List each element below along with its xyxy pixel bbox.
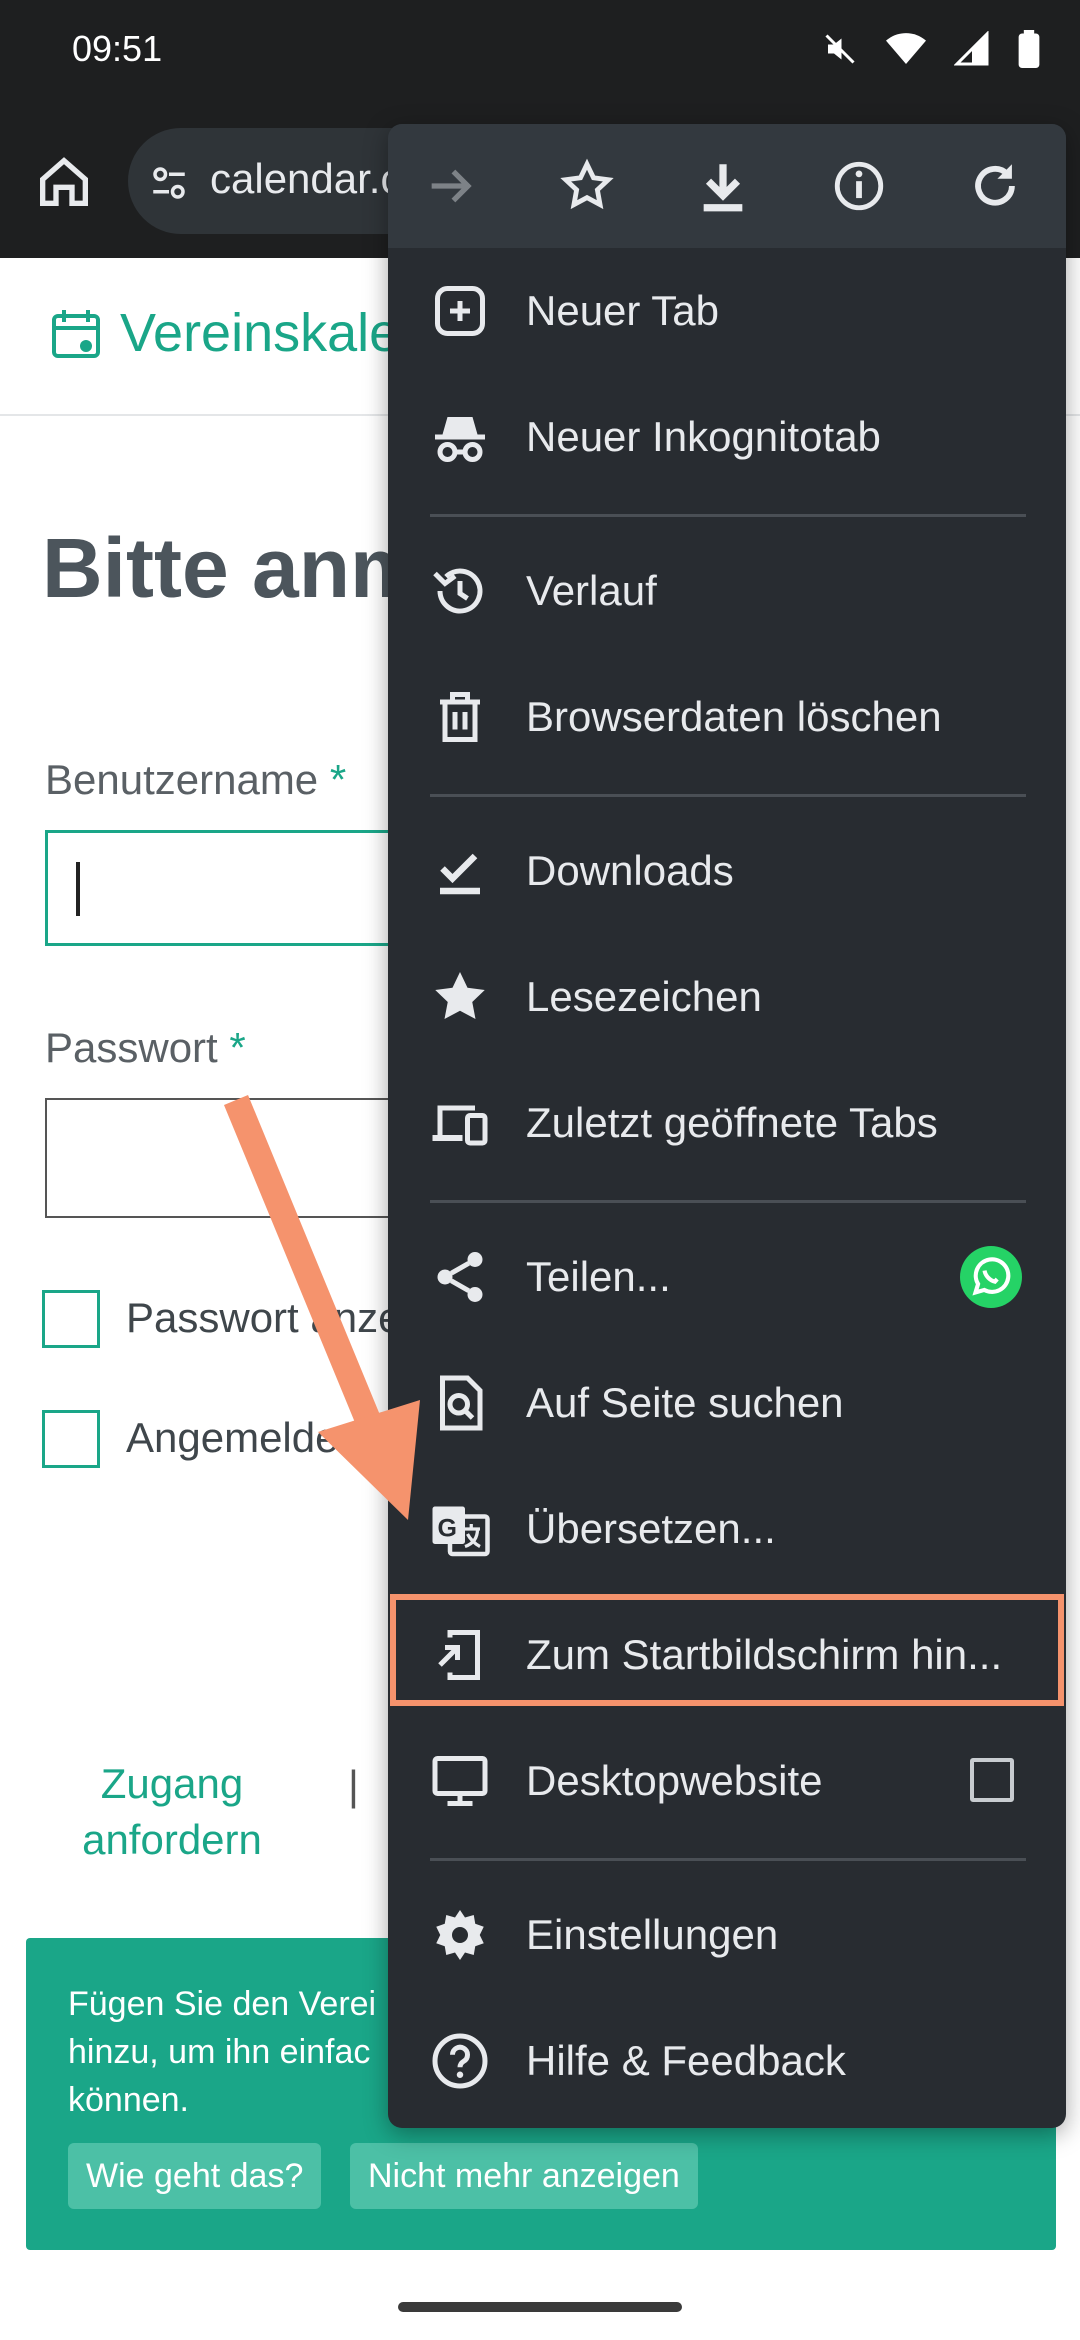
stay-logged-in-label[interactable]: Angemelde [126,1414,338,1462]
request-access-line2: anfordern [82,1816,262,1863]
menu-item-desktop-site[interactable]: Desktopwebsite [388,1718,1066,1844]
devices-icon [432,1105,488,1146]
home-icon [40,157,88,206]
menu-item-settings[interactable]: Einstellungen [388,1872,1066,1998]
password-label: Passwort * [45,1024,246,1072]
home-button[interactable] [32,150,96,214]
banner-text: Fügen Sie den Verei hinzu, um ihn einfac… [68,1985,377,2119]
menu-item-translate[interactable]: G Übersetzen... [388,1466,1066,1592]
menu-item-label: Lesezeichen [526,973,762,1020]
request-access-line1: Zugang [100,1760,244,1807]
find-in-page-icon [440,1375,483,1431]
site-settings-icon[interactable] [148,162,190,204]
menu-item-new-tab[interactable]: Neuer Tab [388,248,1066,374]
menu-item-label: Einstellungen [526,1911,779,1958]
downloads-icon [440,853,480,895]
desktop-site-checkbox[interactable] [970,1758,1014,1802]
star-filled-icon [435,972,485,1019]
gear-icon [436,1910,484,1960]
text-caret [76,862,80,916]
page-title[interactable]: Vereinskale [120,302,399,364]
required-mark: * [329,756,347,803]
svg-text:G: G [438,1515,457,1543]
show-password-label[interactable]: Passwort anze [126,1294,401,1342]
menu-item-label: Verlauf [526,567,657,614]
menu-item-label: Zuletzt geöffnete Tabs [526,1099,938,1146]
new-tab-icon [435,286,485,336]
mute-icon [825,34,855,64]
highlight-box [390,1594,1064,1706]
history-icon [433,568,483,614]
menu-item-label: Auf Seite suchen [526,1379,844,1426]
how-button[interactable]: Wie geht das? [68,2143,322,2209]
menu-item-incognito[interactable]: Neuer Inkognitotab [388,374,1066,500]
battery-icon [1018,30,1040,68]
show-password-checkbox[interactable] [42,1290,100,1348]
menu-item-recent-tabs[interactable]: Zuletzt geöffnete Tabs [388,1060,1066,1186]
menu-divider [430,1200,1026,1203]
required-mark: * [229,1024,246,1071]
menu-item-label: Hilfe & Feedback [526,2037,846,2084]
incognito-icon [435,417,485,462]
whatsapp-icon[interactable] [960,1246,1022,1308]
menu-action-row [388,124,1066,248]
menu-divider [430,794,1026,797]
menu-item-label: Browserdaten löschen [526,693,942,740]
menu-item-label: Neuer Tab [526,287,720,334]
help-icon [432,2033,488,2089]
menu-item-bookmarks[interactable]: Lesezeichen [388,934,1066,1060]
signal-icon [954,31,989,66]
menu-item-clear-data[interactable]: Browserdaten löschen [388,654,1066,780]
login-heading: Bitte anm [42,521,425,615]
overflow-menu: Neuer Tab Neuer Inkognitotab Verlauf Bro… [388,124,1066,2128]
menu-divider [430,514,1026,517]
username-label-text: Benutzername [45,756,319,803]
menu-item-share[interactable]: Teilen... [388,1214,1066,1340]
forward-icon[interactable] [422,157,480,215]
download-icon[interactable] [694,157,752,215]
translate-icon: G [432,1506,490,1557]
url-text[interactable]: calendar.c [210,155,401,203]
info-icon[interactable] [830,157,888,215]
menu-divider [430,1858,1026,1861]
username-label: Benutzername * [45,756,346,804]
password-label-text: Passwort [45,1024,218,1071]
gesture-nav-handle[interactable] [398,2302,682,2312]
menu-item-label: Desktopwebsite [526,1757,823,1804]
link-separator: | [348,1762,359,1809]
status-time: 09:51 [72,28,163,69]
menu-item-history[interactable]: Verlauf [388,528,1066,654]
trash-icon [440,692,480,742]
desktop-icon [432,1756,488,1806]
status-icons [822,30,1040,68]
menu-item-label: Neuer Inkognitotab [526,413,881,460]
menu-item-downloads[interactable]: Downloads [388,808,1066,934]
share-icon [437,1252,483,1302]
wifi-icon [886,33,926,64]
menu-item-help[interactable]: Hilfe & Feedback [388,1998,1066,2124]
calendar-logo-icon [52,310,100,358]
dismiss-banner-button[interactable]: Nicht mehr anzeigen [350,2143,698,2209]
request-access-link[interactable]: Zugang anfordern [52,1756,292,1868]
menu-item-label: Übersetzen... [526,1505,776,1552]
menu-item-label: Downloads [526,847,734,894]
stay-logged-in-checkbox[interactable] [42,1410,100,1468]
menu-item-label: Teilen... [526,1253,671,1300]
menu-item-find-in-page[interactable]: Auf Seite suchen [388,1340,1066,1466]
bookmark-star-icon[interactable] [558,157,616,215]
reload-icon[interactable] [966,157,1024,215]
